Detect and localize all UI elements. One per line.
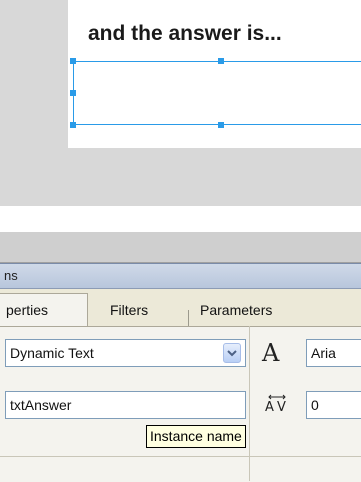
panel-row-divider: [0, 456, 361, 457]
instance-name-input[interactable]: txtAnswer: [5, 391, 246, 419]
resize-handle[interactable]: [218, 122, 224, 128]
tab-parameters[interactable]: Parameters: [200, 297, 272, 323]
letter-spacing-field[interactable]: 0: [306, 391, 361, 419]
text-type-value: Dynamic Text: [10, 345, 94, 361]
resize-handle[interactable]: [70, 122, 76, 128]
panel-titlebar[interactable]: ns: [0, 263, 361, 289]
tab-properties[interactable]: perties: [6, 297, 48, 323]
svg-text:V: V: [277, 400, 286, 415]
chevron-down-icon[interactable]: [223, 343, 241, 363]
svg-text:A: A: [265, 400, 274, 415]
font-icon: A: [262, 339, 280, 367]
static-text-prompt[interactable]: and the answer is...: [88, 22, 282, 46]
resize-handle[interactable]: [70, 90, 76, 96]
letter-spacing-value: 0: [311, 397, 319, 413]
font-family-field[interactable]: Aria: [306, 339, 361, 367]
dynamic-text-field-selection[interactable]: [73, 61, 361, 125]
panel-tabs: perties Filters Parameters: [0, 289, 361, 326]
resize-handle[interactable]: [218, 58, 224, 64]
font-family-value: Aria: [311, 345, 336, 361]
panel-divider: [249, 326, 250, 481]
letter-spacing-icon: A V: [263, 392, 291, 418]
tab-filters[interactable]: Filters: [110, 297, 148, 323]
stage-bottom-margin: [0, 206, 361, 232]
stage-pasteboard: [0, 0, 68, 148]
resize-handle[interactable]: [70, 58, 76, 64]
instance-name-value: txtAnswer: [10, 397, 72, 413]
text-type-select[interactable]: Dynamic Text: [5, 339, 246, 367]
panel-title: ns: [4, 268, 18, 283]
timeline-strip: [0, 232, 361, 263]
tooltip: Instance name: [146, 425, 246, 448]
